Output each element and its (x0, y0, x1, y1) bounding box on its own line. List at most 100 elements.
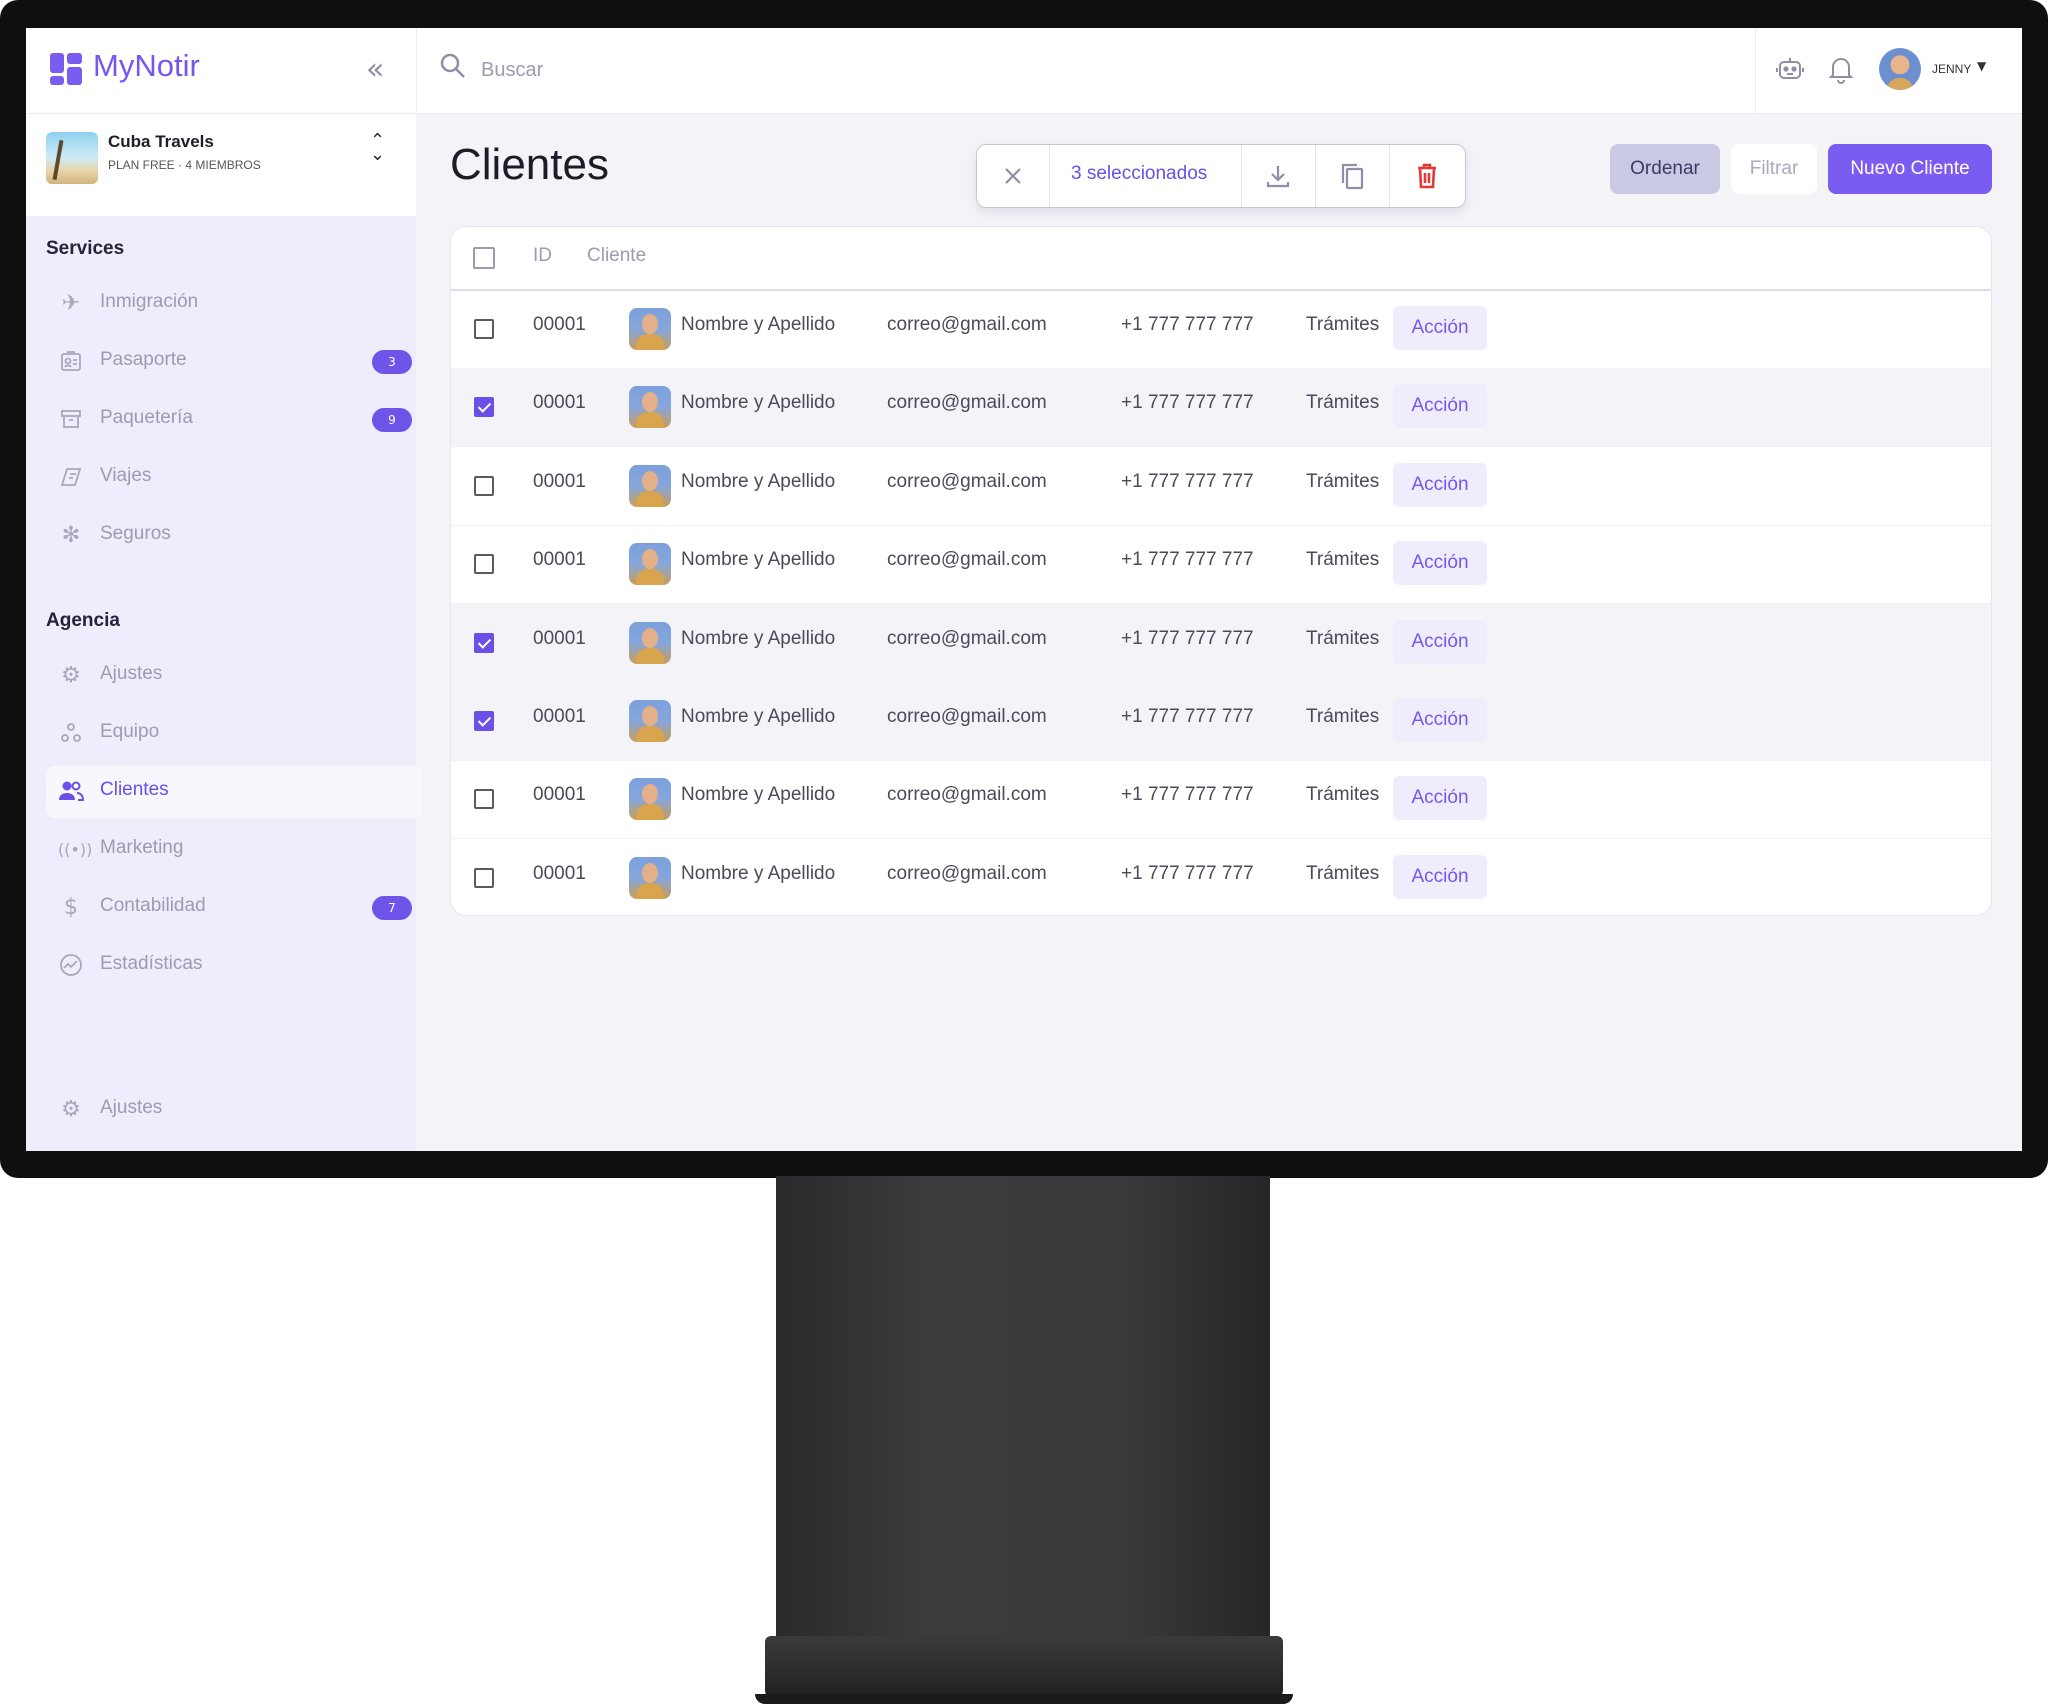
app-screen: MyNotir « Cuba Travels PLAN FREE · 4 MIE… (26, 28, 2022, 1151)
client-email: correo@gmail.com (887, 862, 1047, 884)
chevron-updown-icon[interactable]: ⌃ ⌄ (370, 132, 385, 164)
services-section-title: Services (46, 238, 125, 259)
copy-button[interactable] (1315, 145, 1390, 207)
page-title: Clientes (450, 140, 609, 189)
client-name: Nombre y Apellido (681, 706, 836, 727)
row-checkbox[interactable] (474, 632, 494, 653)
sidebar-item-label: Inmigración (100, 291, 199, 312)
row-id: 00001 (533, 470, 586, 492)
filter-button[interactable]: Filtrar (1731, 144, 1817, 194)
row-checkbox[interactable] (474, 789, 494, 810)
client-avatar (629, 308, 671, 350)
search-input[interactable] (479, 50, 1083, 90)
sidebar: MyNotir « Cuba Travels PLAN FREE · 4 MIE… (26, 28, 422, 1151)
sidebar-item-label: Ajustes (100, 1097, 163, 1118)
row-action-button[interactable]: Acción (1393, 776, 1487, 821)
client-name: Nombre y Apellido (681, 314, 836, 335)
client-type: Trámites (1306, 314, 1380, 335)
clear-selection-button[interactable] (977, 145, 1050, 207)
client-phone: +1 777 777 777 (1121, 706, 1254, 727)
row-checkbox[interactable] (474, 319, 494, 339)
sidebar-item-label: Clientes (100, 779, 169, 800)
row-id: 00001 (533, 314, 586, 335)
select-all-checkbox[interactable] (473, 247, 495, 269)
table-row[interactable]: 00001 Nombre y Apellido correo@gmail.com +1… (451, 290, 1991, 369)
sidebar-item-estadisticas[interactable]: Estadísticas (46, 940, 422, 992)
gear-icon: ⚙ (61, 663, 81, 688)
client-email: correo@gmail.com (887, 549, 1047, 571)
sidebar-item-label: Estadísticas (100, 953, 203, 974)
table-row[interactable]: 00001 Nombre y Apellido correo@gmail.com +1… (451, 447, 1991, 526)
bulk-action-bar: 3 seleccionados (976, 144, 1466, 208)
table-row[interactable]: 00001 Nombre y Apellido correo@gmail.com +1… (451, 682, 1991, 761)
row-checkbox[interactable] (474, 867, 494, 888)
sidebar-item-marketing[interactable]: ((•)) Marketing (46, 824, 422, 876)
sidebar-item-viajes[interactable]: Viajes (46, 452, 422, 504)
clients-table: ID Cliente 00001 Nombre y Apellido correo@… (450, 226, 1992, 916)
client-phone: +1 777 777 777 (1121, 549, 1254, 571)
logo-icon (50, 53, 82, 85)
sidebar-item-label: Contabilidad (100, 895, 206, 916)
client-email: correo@gmail.com (887, 314, 1047, 335)
row-id: 00001 (533, 627, 586, 649)
client-name: Nombre y Apellido (681, 784, 836, 806)
client-avatar (629, 778, 671, 821)
table-row[interactable]: 00001 Nombre y Apellido correo@gmail.com +1… (451, 603, 1991, 683)
row-action-button[interactable]: Acción (1393, 854, 1487, 899)
row-action-button[interactable]: Acción (1393, 462, 1487, 507)
monitor-stand-base (755, 1636, 1293, 1704)
download-button[interactable] (1241, 145, 1316, 207)
sidebar-item-paqueteria[interactable]: Paquetería 9 (46, 394, 422, 446)
search-icon (439, 52, 469, 82)
row-checkbox[interactable] (474, 397, 494, 418)
client-phone: +1 777 777 777 (1121, 784, 1254, 806)
monitor-stand (776, 1176, 1270, 1646)
row-checkbox[interactable] (474, 554, 494, 575)
client-email: correo@gmail.com (887, 706, 1047, 727)
sidebar-item-pasaporte[interactable]: Pasaporte 3 (46, 336, 422, 388)
table-row[interactable]: 00001 Nombre y Apellido correo@gmail.com +1… (451, 525, 1991, 605)
workspace-switcher[interactable]: Cuba Travels PLAN FREE · 4 MIEMBROS ⌃ ⌄ (26, 114, 416, 216)
client-phone: +1 777 777 777 (1121, 314, 1254, 335)
sidebar-item-equipo[interactable]: Equipo (46, 708, 422, 760)
bell-icon[interactable] (1827, 54, 1857, 86)
column-header-client: Cliente (587, 245, 647, 266)
row-action-button[interactable]: Acción (1393, 306, 1487, 350)
users-icon (58, 779, 85, 805)
sidebar-item-contabilidad[interactable]: $ Contabilidad 7 (46, 882, 422, 934)
sidebar-item-label: Equipo (100, 721, 160, 742)
row-action-button[interactable]: Acción (1393, 541, 1487, 586)
gear-icon: ⚙ (61, 1097, 81, 1122)
row-id: 00001 (533, 862, 586, 884)
delete-button[interactable] (1389, 145, 1465, 207)
client-phone: +1 777 777 777 (1121, 862, 1254, 884)
robot-icon[interactable] (1775, 54, 1807, 86)
collapse-sidebar-icon[interactable]: « (366, 52, 384, 87)
count-badge: 3 (372, 350, 412, 374)
row-action-button[interactable]: Acción (1393, 619, 1487, 664)
client-phone: +1 777 777 777 (1121, 627, 1254, 649)
client-type: Trámites (1306, 784, 1380, 806)
sidebar-item-ajustes[interactable]: ⚙ Ajustes (46, 650, 422, 702)
sidebar-item-seguros[interactable]: ✻ Seguros (46, 510, 422, 562)
client-name: Nombre y Apellido (681, 549, 836, 571)
table-row[interactable]: 00001 Nombre y Apellido correo@gmail.com +1… (451, 839, 1991, 915)
asterisk-icon: ✻ (61, 523, 81, 548)
table-row[interactable]: 00001 Nombre y Apellido correo@gmail.com +1… (451, 760, 1991, 840)
row-checkbox[interactable] (474, 475, 494, 496)
row-action-button[interactable]: Acción (1393, 698, 1487, 742)
new-client-button[interactable]: Nuevo Cliente (1828, 144, 1992, 194)
caret-down-icon[interactable]: ▼ (1977, 59, 1986, 73)
workspace-avatar (46, 132, 98, 184)
table-row[interactable]: 00001 Nombre y Apellido correo@gmail.com +1… (451, 368, 1991, 448)
row-checkbox[interactable] (474, 711, 494, 731)
sidebar-item-clientes[interactable]: Clientes (46, 766, 422, 818)
sidebar-footer-ajustes[interactable]: ⚙ Ajustes (46, 1084, 422, 1136)
user-name[interactable]: JENNY (1932, 62, 1971, 76)
avatar[interactable] (1879, 48, 1921, 90)
broadcast-icon: ((•)) (58, 840, 93, 859)
row-action-button[interactable]: Acción (1393, 384, 1487, 429)
passport-icon (58, 349, 84, 375)
sort-button[interactable]: Ordenar (1610, 144, 1720, 194)
sidebar-item-inmigracion[interactable]: ✈ Inmigración (46, 278, 422, 330)
